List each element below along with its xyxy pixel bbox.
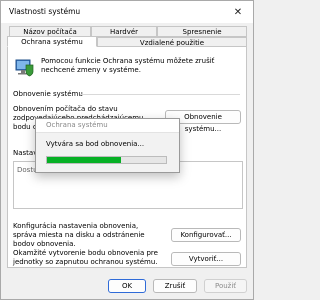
configure-button[interactable]: Konfigurovať... bbox=[171, 228, 241, 242]
progress-bar-fill bbox=[47, 157, 121, 163]
ok-button[interactable]: OK bbox=[108, 279, 146, 293]
cancel-button[interactable]: Zrušiť bbox=[153, 279, 197, 293]
progress-dialog-title-bar: Ochrana systému bbox=[36, 119, 179, 133]
restore-group-title: Obnovenie systému bbox=[13, 90, 83, 98]
progress-message: Vytvára sa bod obnovenia... bbox=[46, 140, 145, 148]
system-properties-window: Vlastnosti systému ✕ Názov počítača Hard… bbox=[0, 0, 254, 300]
tab-hardware[interactable]: Hardvér bbox=[91, 26, 157, 37]
window-title: Vlastnosti systému bbox=[9, 7, 81, 16]
configure-text: Konfigurácia nastavenia obnovenia, správ… bbox=[13, 222, 145, 248]
system-protection-icon bbox=[15, 59, 34, 77]
restore-divider bbox=[80, 94, 240, 95]
close-icon[interactable]: ✕ bbox=[225, 1, 251, 23]
intro-text: Pomocou funkcie Ochrana systému môžete z… bbox=[41, 57, 215, 74]
tab-advanced[interactable]: Spresnenie bbox=[157, 26, 247, 37]
create-text: Okamžité vytvorenie bodu obnovenia pre j… bbox=[13, 249, 158, 266]
progress-bar bbox=[46, 156, 167, 164]
create-button[interactable]: Vytvoriť... bbox=[171, 252, 241, 266]
progress-dialog-title: Ochrana systému bbox=[46, 121, 108, 129]
progress-dialog: Ochrana systému Vytvára sa bod obnovenia… bbox=[35, 118, 180, 173]
title-bar: Vlastnosti systému ✕ bbox=[1, 1, 253, 23]
apply-button[interactable]: Použiť bbox=[204, 279, 247, 293]
tab-system-protection[interactable]: Ochrana systému bbox=[7, 36, 97, 47]
